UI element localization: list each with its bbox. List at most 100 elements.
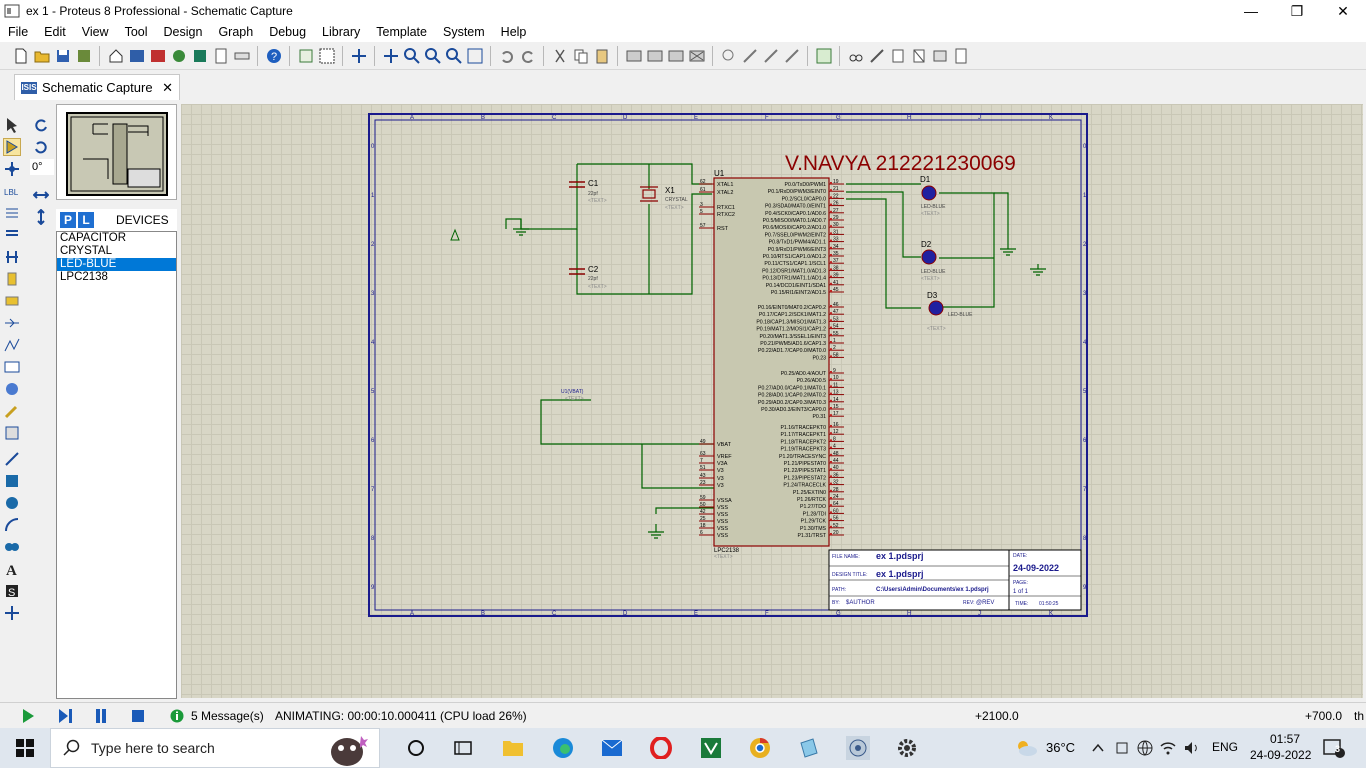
- report-icon[interactable]: [952, 47, 970, 65]
- pick-devices-button[interactable]: P: [60, 212, 76, 228]
- generator-icon[interactable]: [3, 358, 21, 376]
- documents-icon[interactable]: [797, 736, 821, 760]
- pcb-icon[interactable]: [149, 47, 167, 65]
- design-explorer-icon[interactable]: [233, 47, 251, 65]
- paste-icon[interactable]: [593, 47, 611, 65]
- mirror-x-icon[interactable]: [32, 186, 50, 204]
- mirror-y-icon[interactable]: [32, 208, 50, 226]
- menu-file[interactable]: File: [0, 25, 36, 39]
- tab-close-icon[interactable]: ✕: [162, 80, 173, 96]
- messages-count[interactable]: 5 Message(s): [191, 709, 264, 723]
- 3d-icon[interactable]: [170, 47, 188, 65]
- device-item-lpc2138[interactable]: LPC2138: [57, 271, 176, 284]
- menu-graph[interactable]: Graph: [210, 25, 261, 39]
- zoom-out-icon[interactable]: [424, 47, 442, 65]
- gerber-icon[interactable]: [191, 47, 209, 65]
- make-device-icon[interactable]: [741, 47, 759, 65]
- globe-network-icon[interactable]: [1136, 736, 1154, 760]
- line-tool-icon[interactable]: [3, 450, 21, 468]
- selection-mode-icon[interactable]: [3, 116, 21, 134]
- menu-library[interactable]: Library: [314, 25, 368, 39]
- save-icon[interactable]: [54, 47, 72, 65]
- widgets-icon[interactable]: [451, 736, 475, 760]
- device-item-led-blue[interactable]: LED-BLUE: [57, 258, 176, 271]
- origin-icon[interactable]: [350, 47, 368, 65]
- windows-start-icon[interactable]: [13, 736, 37, 760]
- marker-tool-icon[interactable]: [3, 604, 21, 622]
- edge-browser-icon[interactable]: [551, 736, 575, 760]
- file-explorer-icon[interactable]: [501, 736, 525, 760]
- junction-dot-icon[interactable]: [3, 160, 21, 178]
- tape-recorder-icon[interactable]: [3, 336, 21, 354]
- rotation-angle-field[interactable]: 0°: [30, 159, 54, 175]
- settings-gear-icon[interactable]: [895, 736, 919, 760]
- menu-tool[interactable]: Tool: [117, 25, 156, 39]
- virtual-instrument-icon[interactable]: [3, 424, 21, 442]
- wire-label-icon[interactable]: LBL: [3, 182, 21, 200]
- block-delete-icon[interactable]: [688, 47, 706, 65]
- symbol-tool-icon[interactable]: S: [3, 582, 21, 600]
- step-icon[interactable]: [57, 708, 75, 727]
- component-mode-icon[interactable]: [3, 138, 21, 156]
- pause-icon[interactable]: [93, 708, 109, 727]
- remove-sheet-icon[interactable]: [910, 47, 928, 65]
- property-tool-icon[interactable]: [868, 47, 886, 65]
- visual-studio-icon[interactable]: [699, 736, 723, 760]
- zoom-all-icon[interactable]: [445, 47, 463, 65]
- tab-schematic-capture[interactable]: ISIS Schematic Capture ✕: [14, 74, 180, 100]
- text-tool-icon[interactable]: A: [3, 560, 21, 578]
- decompose-icon[interactable]: [783, 47, 801, 65]
- new-file-icon[interactable]: [12, 47, 30, 65]
- box-tool-icon[interactable]: [3, 472, 21, 490]
- schematic-icon[interactable]: [128, 47, 146, 65]
- cut-icon[interactable]: [551, 47, 569, 65]
- undo-icon[interactable]: [498, 47, 516, 65]
- wire-autorouter-icon[interactable]: [815, 47, 833, 65]
- probe-icon[interactable]: [3, 380, 21, 398]
- help-icon[interactable]: ?: [265, 47, 283, 65]
- wifi-icon[interactable]: [1160, 736, 1176, 760]
- menu-help[interactable]: Help: [493, 25, 535, 39]
- bom-icon[interactable]: [212, 47, 230, 65]
- grid-icon[interactable]: [318, 47, 336, 65]
- refresh-icon[interactable]: [297, 47, 315, 65]
- packaging-icon[interactable]: [762, 47, 780, 65]
- restore-button[interactable]: ❐: [1274, 0, 1320, 22]
- menu-template[interactable]: Template: [368, 25, 435, 39]
- task-view-icon[interactable]: [404, 736, 428, 760]
- proteus-taskbar-icon[interactable]: [846, 736, 870, 760]
- arc-tool-icon[interactable]: [3, 516, 21, 534]
- text-script-icon[interactable]: [3, 204, 21, 222]
- device-item-crystal[interactable]: CRYSTAL: [57, 245, 176, 258]
- new-sheet-icon[interactable]: [889, 47, 907, 65]
- weather-temp[interactable]: 36°C: [1046, 740, 1075, 755]
- graph-mode-icon[interactable]: [3, 314, 21, 332]
- zoom-in-icon[interactable]: [403, 47, 421, 65]
- open-folder-icon[interactable]: [33, 47, 51, 65]
- overview-window[interactable]: [56, 104, 177, 200]
- subcircuit-icon[interactable]: [3, 248, 21, 266]
- play-icon[interactable]: [20, 708, 36, 727]
- block-rotate-icon[interactable]: [667, 47, 685, 65]
- show-hidden-icons-chevron-icon[interactable]: [1090, 736, 1106, 760]
- clock-date[interactable]: 24-09-2022: [1250, 748, 1311, 762]
- menu-design[interactable]: Design: [156, 25, 211, 39]
- device-item-capacitor[interactable]: CAPACITOR: [57, 232, 176, 245]
- search-tag-icon[interactable]: [847, 47, 865, 65]
- block-move-icon[interactable]: [646, 47, 664, 65]
- clock-time[interactable]: 01:57: [1262, 732, 1308, 746]
- stop-icon[interactable]: [130, 708, 146, 727]
- buses-icon[interactable]: [3, 226, 21, 244]
- import-icon[interactable]: [75, 47, 93, 65]
- zoom-area-icon[interactable]: [466, 47, 484, 65]
- close-button[interactable]: ✕: [1320, 0, 1366, 22]
- rotate-anticlockwise-icon[interactable]: [32, 138, 50, 156]
- device-pins-icon[interactable]: [3, 292, 21, 310]
- schematic-canvas[interactable]: AABBCCDDEEFFGGHHJJKK 0011223344556677889…: [181, 104, 1363, 698]
- weather-icon[interactable]: [1014, 736, 1038, 760]
- volume-icon[interactable]: [1184, 736, 1200, 760]
- notification-center-icon[interactable]: [1322, 736, 1346, 760]
- network-device-icon[interactable]: [1114, 736, 1130, 760]
- chrome-browser-icon[interactable]: [748, 736, 772, 760]
- home-icon[interactable]: [107, 47, 125, 65]
